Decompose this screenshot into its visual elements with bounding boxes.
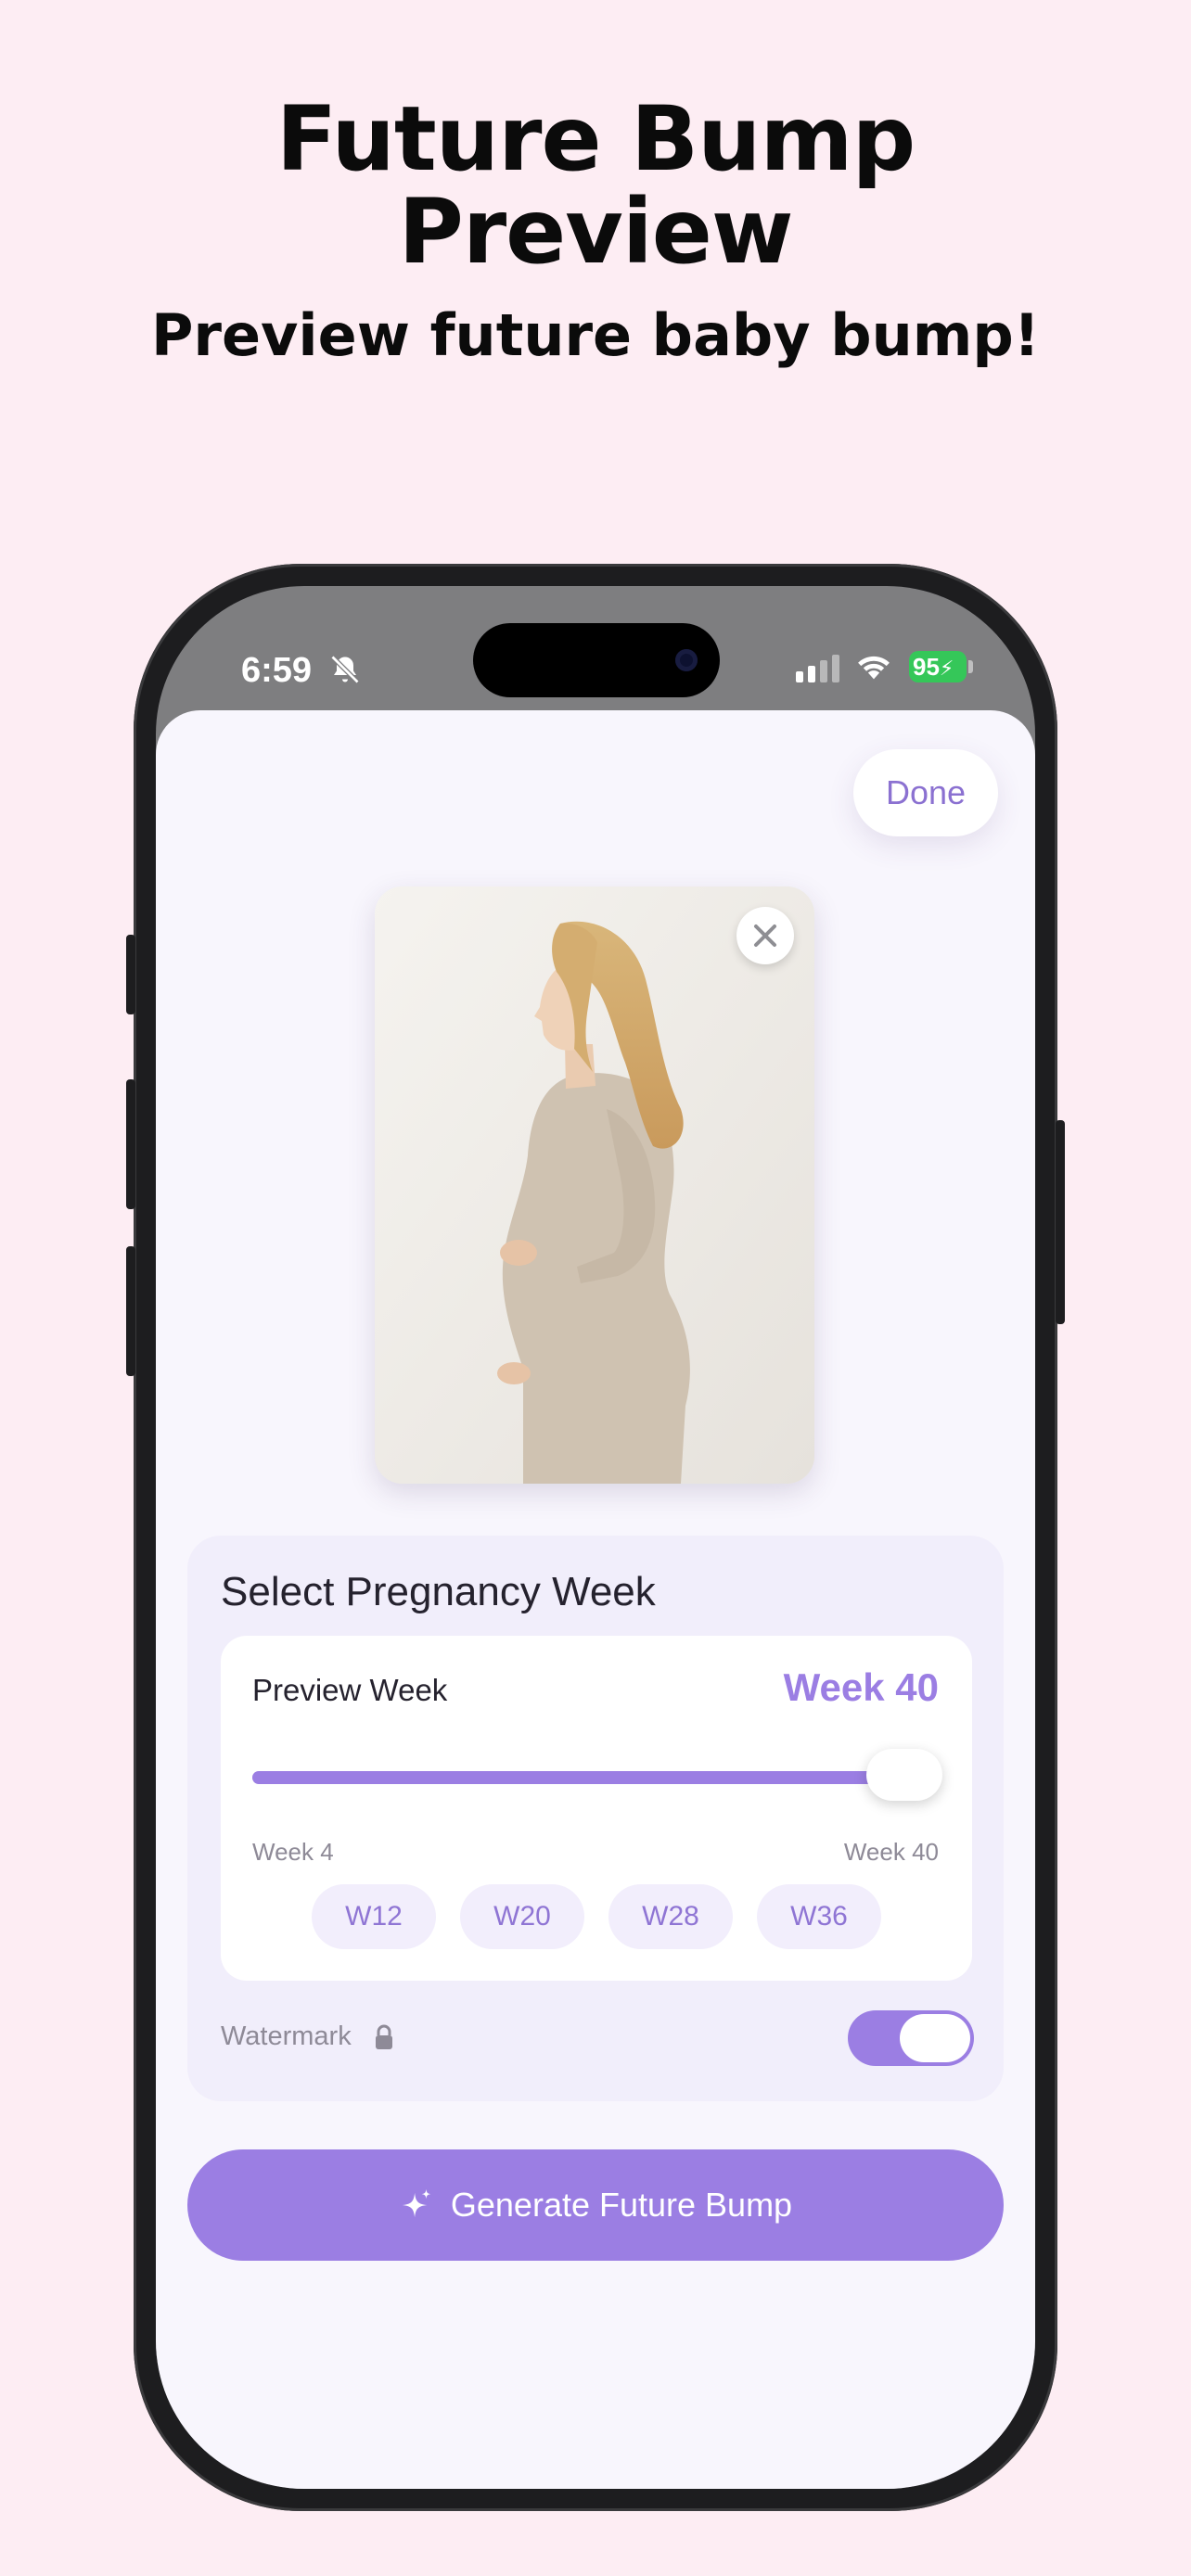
week-slider-fill bbox=[252, 1771, 939, 1784]
dynamic-island bbox=[473, 623, 720, 697]
side-button-mute bbox=[126, 935, 135, 1014]
preview-sheet: Done Select Pregnancy Week Preview Week … bbox=[156, 710, 1035, 2489]
battery-indicator: 95⚡ bbox=[909, 651, 967, 682]
slider-min-label: Week 4 bbox=[252, 1838, 334, 1866]
side-button-volume-up bbox=[126, 1079, 135, 1209]
week-slider-track[interactable] bbox=[252, 1771, 939, 1784]
slider-max-label: Week 40 bbox=[843, 1838, 939, 1866]
battery-nub bbox=[968, 660, 973, 673]
chip-w20[interactable]: W20 bbox=[460, 1884, 584, 1949]
camera-icon bbox=[675, 649, 698, 671]
chip-w12[interactable]: W12 bbox=[312, 1884, 436, 1949]
preview-week-label: Preview Week bbox=[252, 1673, 448, 1707]
phone-frame: 6:59 95⚡ Done Select Pregnancy Week Prev… bbox=[126, 564, 1065, 2511]
battery-level: 95 bbox=[913, 653, 940, 681]
week-slider-card: Preview Week Week 40 Week 4 Week 40 W12 … bbox=[221, 1636, 972, 1981]
promo-title-line-1: Future Bump bbox=[275, 87, 916, 191]
chip-w36[interactable]: W36 bbox=[757, 1884, 881, 1949]
week-slider-thumb[interactable] bbox=[866, 1749, 942, 1801]
lock-icon bbox=[376, 2024, 392, 2049]
promo-title: Future Bump Preview bbox=[0, 93, 1191, 278]
pregnancy-week-panel: Select Pregnancy Week Preview Week Week … bbox=[187, 1536, 1004, 2101]
side-button-power bbox=[1056, 1120, 1065, 1324]
bell-slash-icon bbox=[330, 655, 360, 684]
panel-title: Select Pregnancy Week bbox=[221, 1569, 656, 1614]
done-button[interactable]: Done bbox=[853, 749, 998, 836]
watermark-label: Watermark bbox=[221, 2021, 352, 2051]
status-time: 6:59 bbox=[241, 651, 313, 690]
preview-week-value: Week 40 bbox=[783, 1665, 939, 1709]
battery-charging-icon: ⚡ bbox=[939, 657, 954, 680]
wifi-icon bbox=[858, 656, 890, 680]
close-icon bbox=[754, 925, 776, 947]
quick-week-chips: W12 W20 W28 W36 bbox=[221, 1884, 972, 1949]
promo-title-line-2: Preview bbox=[398, 180, 793, 284]
sparkle-icon bbox=[402, 2188, 431, 2218]
chip-w28[interactable]: W28 bbox=[608, 1884, 733, 1949]
watermark-toggle[interactable] bbox=[848, 2010, 974, 2066]
toggle-knob bbox=[900, 2014, 970, 2062]
pregnant-woman-photo bbox=[375, 886, 814, 1484]
cellular-signal-icon bbox=[796, 653, 839, 682]
phone-screen: 6:59 95⚡ Done Select Pregnancy Week Prev… bbox=[156, 586, 1035, 2489]
uploaded-photo bbox=[375, 886, 814, 1484]
remove-photo-button[interactable] bbox=[736, 907, 794, 964]
promo-subtitle: Preview future baby bump! bbox=[150, 301, 1041, 369]
side-button-volume-down bbox=[126, 1246, 135, 1376]
generate-button-label: Generate Future Bump bbox=[450, 2186, 793, 2224]
generate-future-bump-button[interactable]: Generate Future Bump bbox=[187, 2149, 1004, 2261]
